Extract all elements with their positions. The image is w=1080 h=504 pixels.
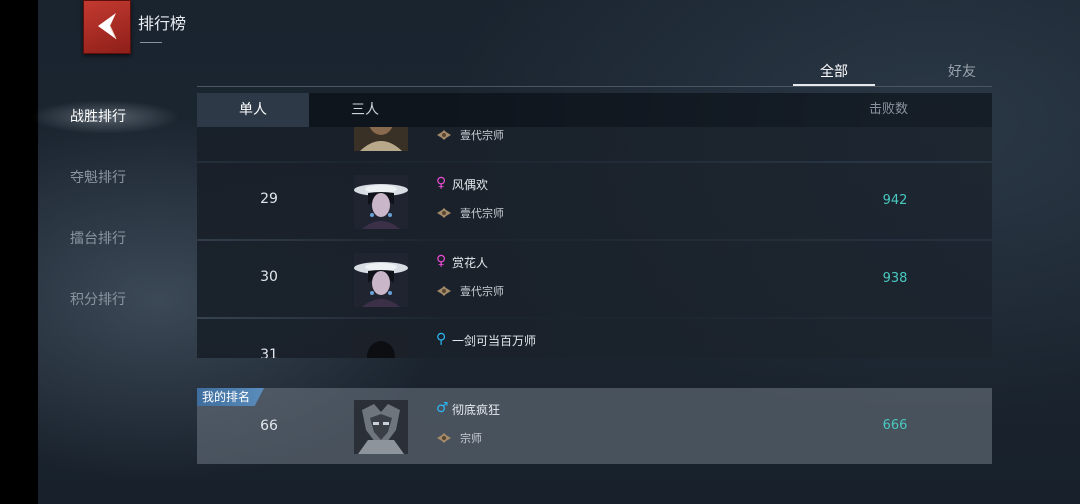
player-name: 彻底疯狂 [452, 403, 501, 417]
ranking-list[interactable]: 28 ♂ 花涯 壹代宗师 [197, 127, 992, 358]
defeat-count: 942 [882, 193, 908, 208]
rank-number: 29 [260, 191, 278, 207]
nav-item-label: 夺魁排行 [70, 170, 126, 186]
scope-tabs: 全部 好友 [755, 60, 993, 88]
nav-item-points[interactable]: 积分排行 [40, 275, 190, 336]
left-black-bar [0, 0, 38, 504]
table-row[interactable]: 28 ♂ 花涯 壹代宗师 [197, 127, 992, 161]
gender-icon: ⚲ [436, 331, 447, 347]
armored-mask-avatar [354, 400, 408, 454]
side-nav: 战胜排行 夺魁排行 擂台排行 积分排行 [30, 92, 190, 336]
gender-icon: ♂ [436, 400, 449, 416]
nav-item-champion[interactable]: 夺魁排行 [40, 153, 190, 214]
rank-number: 66 [260, 418, 278, 434]
table-row[interactable]: 30 ♀ 赏花人 壹代宗师 938 [197, 241, 992, 317]
table-row[interactable]: 29 ♀ 风偶欢 壹代宗师 942 [197, 163, 992, 239]
dark-hair-avatar [354, 331, 408, 358]
tab-solo[interactable]: 单人 [197, 93, 309, 127]
my-rank-label: 我的排名 [197, 388, 265, 406]
female-hat-avatar [354, 253, 408, 307]
player-title: 壹代宗师 [460, 207, 504, 220]
tab-friends[interactable]: 好友 [921, 60, 1003, 84]
nav-item-label: 擂台排行 [70, 231, 126, 247]
rank-number: 28 [249, 127, 289, 129]
rank-number: 31 [260, 347, 278, 358]
table-header: 单人 三人 击败数 [197, 93, 992, 127]
defeat-count: 945 [873, 127, 917, 130]
rank-number: 30 [260, 269, 278, 285]
player-name: 风偶欢 [452, 178, 489, 192]
player-title: 壹代宗师 [460, 129, 504, 142]
page-title: 排行榜 [138, 14, 187, 33]
leaderboard-table: 单人 三人 击败数 28 ♂ 花涯 [197, 93, 992, 465]
nav-item-label: 战胜排行 [70, 109, 126, 125]
player-title: 宗师 [460, 432, 482, 445]
my-rank-row[interactable]: 我的排名 66 ♂ 彻底疯狂 宗师 666 [197, 388, 992, 464]
back-arrow-icon [98, 13, 117, 40]
female-hat-avatar [354, 175, 408, 229]
player-title: 壹代宗师 [460, 285, 504, 298]
player-name: 一剑可当百万师 [452, 334, 537, 348]
nav-item-label: 积分排行 [70, 292, 126, 308]
defeat-count: 938 [882, 271, 908, 286]
column-header-defeats: 击败数 [868, 102, 908, 117]
nav-item-arena[interactable]: 擂台排行 [40, 214, 190, 275]
gender-icon: ♀ [436, 175, 447, 191]
back-button[interactable] [83, 0, 131, 54]
tab-all[interactable]: 全部 [793, 60, 875, 86]
table-row[interactable]: 31 ⚲ 一剑可当百万师 [197, 319, 992, 358]
rank-badge-icon [437, 208, 451, 218]
defeat-count: 666 [882, 418, 908, 433]
nav-item-wins[interactable]: 战胜排行 [30, 92, 190, 153]
tab-trio[interactable]: 三人 [309, 93, 421, 127]
rank-badge-icon [437, 130, 451, 140]
male-warrior-avatar [354, 127, 408, 151]
tabs-divider [197, 86, 992, 87]
player-name: 赏花人 [452, 256, 489, 270]
rank-badge-icon [437, 433, 451, 443]
title-underline [140, 42, 162, 43]
rank-badge-icon [437, 286, 451, 296]
gender-icon: ♀ [436, 253, 447, 269]
